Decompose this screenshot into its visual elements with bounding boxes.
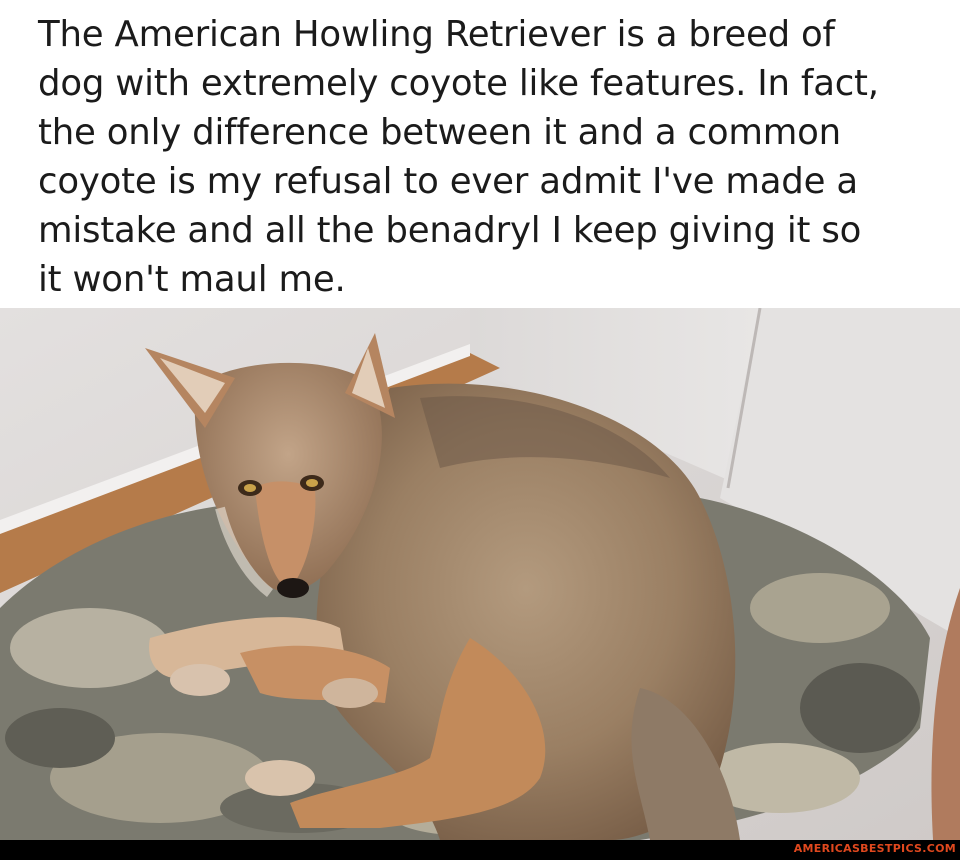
watermark-text: AMERICASBESTPICS.COM: [793, 842, 956, 855]
caption-line-2: dog with extremely coyote like features.…: [38, 63, 879, 104]
footer-bar: AMERICASBESTPICS.COM: [0, 840, 960, 860]
coyote-photo: [0, 308, 960, 840]
caption-line-6: it won't maul me.: [38, 259, 346, 300]
caption-line-4: coyote is my refusal to ever admit I've …: [38, 161, 858, 202]
caption-line-3: the only difference between it and a com…: [38, 112, 841, 153]
caption-line-5: mistake and all the benadryl I keep givi…: [38, 210, 862, 251]
meme-caption: The American Howling Retriever is a bree…: [38, 10, 938, 304]
caption-line-1: The American Howling Retriever is a bree…: [38, 14, 835, 55]
